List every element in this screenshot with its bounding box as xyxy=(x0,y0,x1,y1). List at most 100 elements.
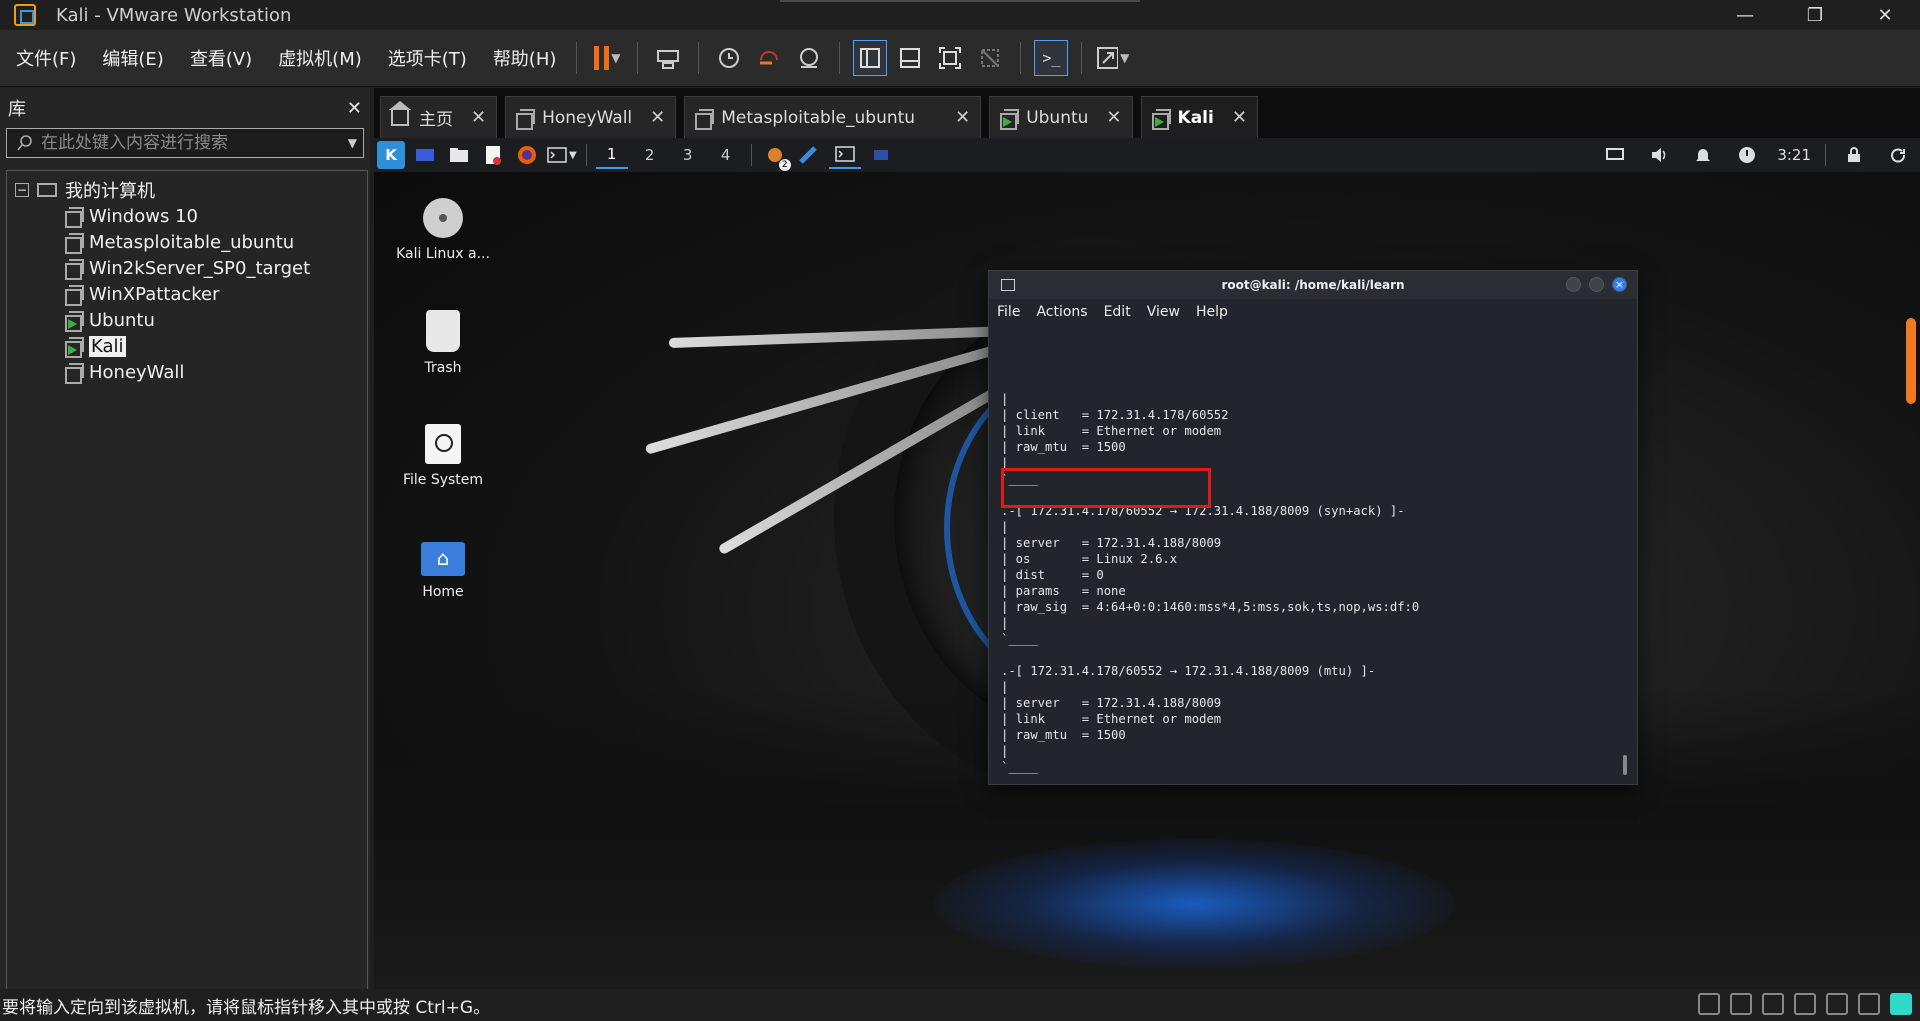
menu-vm[interactable]: 虚拟机(M) xyxy=(268,45,372,71)
chevron-down-icon[interactable]: ▼ xyxy=(1120,51,1129,65)
show-desktop-icon[interactable] xyxy=(411,141,439,169)
terminal-menu-help[interactable]: Help xyxy=(1196,304,1228,320)
vm-tree-item[interactable]: Win2kServer_SP0_target xyxy=(7,255,367,281)
tab-close-button[interactable]: ✕ xyxy=(471,107,486,128)
vm-running-icon xyxy=(65,337,84,358)
vm-tree-item[interactable]: Metasploitable_ubuntu xyxy=(7,229,367,255)
terminal-output[interactable]: | | client = 172.31.4.178/60552 | link = E… xyxy=(989,325,1637,780)
terminal-maximize-button[interactable] xyxy=(1589,277,1604,292)
library-search[interactable]: ▼ xyxy=(6,128,364,158)
menu-tabs[interactable]: 选项卡(T) xyxy=(378,45,477,71)
library-close-button[interactable]: ✕ xyxy=(347,98,362,119)
terminal-menu-file[interactable]: File xyxy=(997,304,1020,320)
desktop-icon-label: File System xyxy=(402,472,484,488)
workspace-2[interactable]: 2 xyxy=(634,141,666,169)
clock-icon xyxy=(719,48,740,68)
desktop-icon-trash[interactable]: Trash xyxy=(388,310,498,376)
terminal-titlebar[interactable]: root@kali: /home/kali/learn × xyxy=(989,271,1637,299)
message-icon[interactable] xyxy=(1890,993,1912,1015)
menu-help[interactable]: 帮助(H) xyxy=(483,45,567,71)
vm-tree-item[interactable]: HoneyWall xyxy=(7,359,367,385)
home-folder-icon xyxy=(421,542,465,576)
toolbar-separator xyxy=(576,42,578,74)
volume-icon[interactable] xyxy=(1645,141,1673,169)
window-icon[interactable] xyxy=(867,141,895,169)
tree-root-my-computer[interactable]: − 我的计算机 xyxy=(7,177,367,203)
tab-home[interactable]: 主页 ✕ xyxy=(380,96,498,138)
close-window-button[interactable]: ✕ xyxy=(1850,0,1920,30)
unity-button[interactable] xyxy=(973,40,1007,76)
terminal-menu-actions[interactable]: Actions xyxy=(1036,304,1087,320)
desktop-icon-file-system[interactable]: File System xyxy=(388,424,498,488)
workspace-1[interactable]: 1 xyxy=(595,141,628,169)
menu-file[interactable]: 文件(F) xyxy=(6,45,86,71)
printer-icon[interactable] xyxy=(1826,993,1848,1015)
app-window-icon[interactable] xyxy=(795,141,823,169)
menu-edit[interactable]: 编辑(E) xyxy=(92,45,173,71)
vm-tree-label: Win2kServer_SP0_target xyxy=(89,257,311,279)
guest-screen[interactable]: K ▼ 1 2 3 4 2 3:21 Kali Linux a... Trash… xyxy=(374,138,1920,989)
file-manager-icon[interactable] xyxy=(445,141,473,169)
snapshot-manager-button[interactable] xyxy=(792,40,826,76)
cd-drive-icon[interactable] xyxy=(1730,993,1752,1015)
collapse-icon[interactable]: − xyxy=(15,183,29,197)
terminal-menu-edit[interactable]: Edit xyxy=(1104,304,1131,320)
tab-close-button[interactable]: ✕ xyxy=(1232,107,1247,128)
vm-scrollbar[interactable] xyxy=(1906,318,1916,404)
chevron-down-icon[interactable]: ▼ xyxy=(611,51,620,65)
tab-label: HoneyWall xyxy=(542,107,633,128)
notification-bell-icon[interactable] xyxy=(1689,141,1717,169)
menu-view[interactable]: 查看(V) xyxy=(180,45,262,71)
sound-card-icon[interactable] xyxy=(1858,993,1880,1015)
tab-metasploitable[interactable]: Metasploitable_ubuntu ✕ xyxy=(684,96,982,138)
network-adapter-icon[interactable] xyxy=(1762,993,1784,1015)
terminal-task-icon[interactable] xyxy=(828,141,861,169)
vm-tree-item[interactable]: Kali xyxy=(7,333,367,359)
library-tree: − 我的计算机 Windows 10 Metasploitable_ubuntu W… xyxy=(6,170,368,990)
terminal-window[interactable]: root@kali: /home/kali/learn × File Actio… xyxy=(988,270,1638,785)
vm-tree-item[interactable]: WinXPattacker xyxy=(7,281,367,307)
lock-icon[interactable] xyxy=(1840,141,1868,169)
usb-icon[interactable] xyxy=(1794,993,1816,1015)
show-library-button[interactable] xyxy=(853,40,888,76)
vm-tree-item[interactable]: Windows 10 xyxy=(7,203,367,229)
tab-kali[interactable]: Kali ✕ xyxy=(1140,96,1258,138)
minimize-button[interactable]: — xyxy=(1710,0,1780,30)
stretch-guest-button[interactable]: ▼ xyxy=(1095,40,1129,76)
tab-close-button[interactable]: ✕ xyxy=(650,107,665,128)
thumbnail-bar-button[interactable] xyxy=(893,40,927,76)
desktop-icon-kali-linux[interactable]: Kali Linux a... xyxy=(388,198,498,262)
tab-close-button[interactable]: ✕ xyxy=(955,107,970,128)
desktop-icon-home[interactable]: Home xyxy=(388,542,498,600)
tab-ubuntu[interactable]: Ubuntu ✕ xyxy=(989,96,1133,138)
restore-button[interactable]: ❐ xyxy=(1780,0,1850,30)
terminal-launcher-icon[interactable]: ▼ xyxy=(547,141,577,169)
vm-tree-item[interactable]: Ubuntu xyxy=(7,307,367,333)
terminal-minimize-button[interactable] xyxy=(1566,277,1581,292)
network-icon[interactable] xyxy=(1733,141,1761,169)
firefox-icon[interactable] xyxy=(513,141,541,169)
revert-snapshot-button[interactable] xyxy=(752,40,786,76)
send-ctrl-alt-del-button[interactable] xyxy=(651,40,685,76)
workspace-4[interactable]: 4 xyxy=(710,141,742,169)
terminal-scrollbar[interactable] xyxy=(1623,755,1627,775)
display-icon[interactable] xyxy=(1601,141,1629,169)
hard-disk-icon[interactable] xyxy=(1698,993,1720,1015)
chevron-down-icon[interactable]: ▼ xyxy=(348,136,357,150)
task-group-icon[interactable]: 2 xyxy=(761,141,791,171)
search-input[interactable] xyxy=(41,133,348,153)
text-editor-icon[interactable] xyxy=(479,141,507,169)
console-view-button[interactable]: >_ xyxy=(1034,40,1069,76)
terminal-menu-view[interactable]: View xyxy=(1147,304,1180,320)
workspace-3[interactable]: 3 xyxy=(672,141,704,169)
title-accent-bar xyxy=(780,0,1140,2)
tab-honeywall[interactable]: HoneyWall ✕ xyxy=(505,96,677,138)
clock[interactable]: 3:21 xyxy=(1777,141,1811,169)
full-screen-button[interactable] xyxy=(933,40,967,76)
tab-close-button[interactable]: ✕ xyxy=(1106,107,1121,128)
terminal-close-button[interactable]: × xyxy=(1612,277,1627,292)
pause-button[interactable]: ▼ xyxy=(590,40,624,76)
logout-icon[interactable] xyxy=(1884,141,1912,169)
snapshot-button[interactable] xyxy=(712,40,746,76)
kali-menu-icon[interactable]: K xyxy=(377,141,405,169)
